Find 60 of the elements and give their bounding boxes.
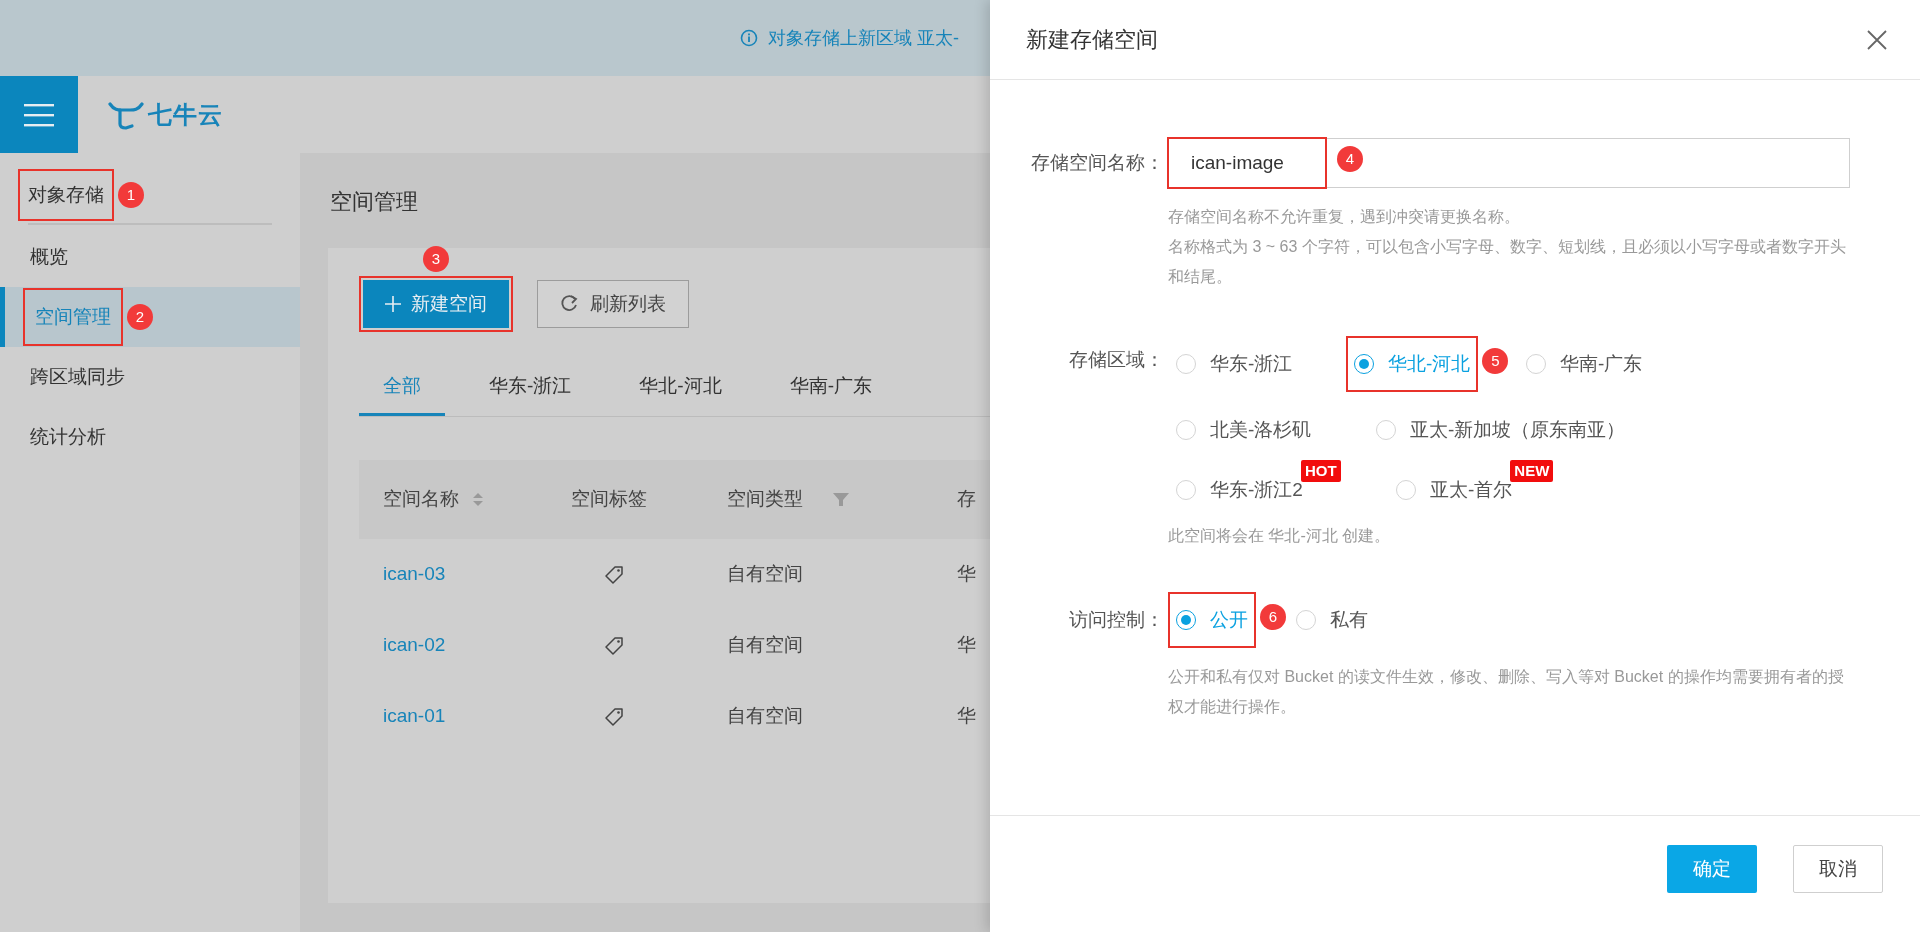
new-label-badge: HOT xyxy=(1300,460,1341,482)
cancel-button[interactable]: 取消 xyxy=(1793,845,1883,893)
logo-text: 七牛云 xyxy=(148,99,223,130)
step-badge: 1 xyxy=(118,182,144,208)
table-cell: 华 xyxy=(957,634,976,656)
radio-option[interactable]: 亚太-新加坡（原东南亚） xyxy=(1376,408,1626,452)
info-icon xyxy=(740,29,758,47)
sidebar-heading: 对象存储 xyxy=(28,182,104,207)
column-header: 空间名称 xyxy=(383,487,459,512)
field-label: 存储空间名称： xyxy=(1031,151,1164,173)
hint-text: 存储空间名称不允许重复，遇到冲突请更换名称。 xyxy=(1168,207,1521,227)
radio-option[interactable]: 华南-广东 xyxy=(1526,342,1643,386)
plus-icon xyxy=(385,296,401,312)
refresh-icon xyxy=(560,294,580,314)
radio-option[interactable]: 华东-浙江2 xyxy=(1176,468,1303,512)
step-badge: 6 xyxy=(1260,604,1286,630)
step-badge: 3 xyxy=(423,246,449,272)
bull-logo-icon xyxy=(108,99,144,130)
table-cell: 华 xyxy=(957,705,976,727)
field-label: 访问控制： xyxy=(1069,608,1164,630)
radio-option[interactable]: 华东-浙江 xyxy=(1176,342,1293,386)
step-badge: 5 xyxy=(1482,348,1509,374)
region-tab[interactable]: 华南-广东 xyxy=(765,360,896,416)
sidebar-item[interactable]: 统计分析 xyxy=(0,407,300,467)
table-cell: 自有空间 xyxy=(727,563,803,585)
menu-button[interactable] xyxy=(0,76,78,153)
tag-icon xyxy=(605,565,623,584)
refresh-button[interactable]: 刷新列表 xyxy=(537,280,689,328)
sidebar-item[interactable]: 概览 xyxy=(0,227,300,287)
page-title: 空间管理 xyxy=(330,188,418,216)
input-field[interactable]: ican-image 4 xyxy=(1168,138,1850,188)
step-badge: 4 xyxy=(1337,146,1363,172)
table-cell: 自有空间 xyxy=(727,634,803,656)
new-space-button[interactable]: 新建空间 xyxy=(363,280,509,328)
column-header: 空间标签 xyxy=(571,487,647,512)
sidebar-item[interactable]: 空间管理 2 xyxy=(0,287,300,347)
hint-text: 名称格式为 3 ~ 63 个字符，可以包含小写字母、数字、短划线，且必须以小写字母或者数字开头和结尾。 xyxy=(1168,237,1847,287)
close-icon xyxy=(1867,29,1887,50)
radio-option[interactable]: 北美-洛杉矶 xyxy=(1176,408,1312,452)
table-cell: 自有空间 xyxy=(727,705,803,727)
new-label-badge: NEW xyxy=(1510,460,1554,482)
column-header: 存 xyxy=(957,487,976,512)
field-label: 存储区域： xyxy=(1069,349,1164,370)
region-tab[interactable]: 华北-河北 xyxy=(615,360,746,416)
column-header: 空间类型 xyxy=(727,487,803,512)
hint-text: 公开和私有仅对 Bucket 的读文件生效，修改、删除、写入等对 Bucket 的操作均需要拥有者的授权才能进行操作。 xyxy=(1168,667,1845,717)
menu-icon xyxy=(24,101,54,128)
sort-icon xyxy=(473,493,483,506)
region-tab[interactable]: 华东-浙江 xyxy=(465,360,596,416)
step-badge: 2 xyxy=(127,304,153,330)
sidebar-item[interactable]: 跨区域同步 xyxy=(0,347,300,407)
notice-text: 对象存储上新区域 亚太- xyxy=(768,26,959,50)
table-cell: 华 xyxy=(957,563,976,585)
tag-icon xyxy=(605,636,623,655)
radio-option[interactable]: 亚太-首尔 xyxy=(1396,468,1513,512)
radio-option[interactable]: 私有 xyxy=(1296,598,1368,642)
tag-icon xyxy=(605,707,623,726)
hint-text: 此空间将会在 华北-河北 创建。 xyxy=(1168,526,1392,546)
filter-icon xyxy=(833,493,849,506)
dialog-title: 新建存储空间 xyxy=(1026,26,1158,54)
